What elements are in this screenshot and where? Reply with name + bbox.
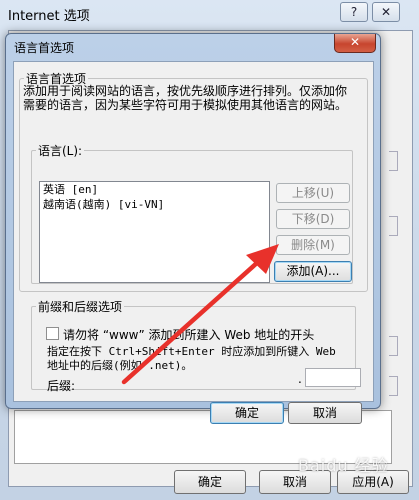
delete-button[interactable]: 删除(M) [276, 235, 350, 255]
language-list-label: 语言(L): [38, 144, 83, 158]
internet-options-ok-button[interactable]: 确定 [174, 470, 246, 494]
move-up-button[interactable]: 上移(U) [276, 183, 350, 203]
language-preference-dialog: 语言首选项 ✕ 语言首选项 添加用于阅读网站的语言，按优先级顺序进行排列。仅添加… [5, 33, 381, 424]
no-www-checkbox[interactable] [46, 327, 59, 340]
list-item[interactable]: 英语 [en] [40, 182, 269, 197]
suffix-dot: . [298, 372, 302, 386]
watermark: Baidu 经验 [298, 456, 389, 475]
language-listbox[interactable]: 英语 [en] 越南语(越南) [vi-VN] [39, 181, 270, 283]
internet-options-title: Internet 选项 [8, 9, 90, 24]
suffix-input[interactable] [305, 368, 361, 387]
suffix-label: 后缀: [47, 379, 76, 393]
no-www-checkbox-label: 请勿将 “www” 添加到所建入 Web 地址的开头 [63, 328, 315, 342]
prefix-suffix-legend: 前缀和后缀选项 [38, 300, 123, 314]
obscured-control [389, 216, 398, 236]
dialog-cancel-button[interactable]: 取消 [288, 402, 362, 424]
obscured-control [389, 336, 398, 356]
dialog-title: 语言首选项 [14, 41, 75, 55]
list-item[interactable]: 越南语(越南) [vi-VN] [40, 197, 269, 212]
help-button[interactable]: ? [340, 2, 368, 22]
window-close-button[interactable]: ✕ [372, 2, 400, 22]
dialog-ok-button[interactable]: 确定 [210, 402, 284, 424]
dialog-close-button[interactable]: ✕ [334, 34, 376, 53]
suffix-hint: 指定在按下 Ctrl+Shift+Enter 时应添加到所键入 Web 地址中的… [47, 345, 336, 372]
obscured-control [389, 376, 398, 396]
no-www-checkbox-row[interactable]: 请勿将 “www” 添加到所建入 Web 地址的开头 [46, 326, 314, 343]
add-language-button[interactable]: 添加(A)... [274, 261, 352, 282]
move-down-button[interactable]: 下移(D) [276, 209, 350, 229]
dialog-client-area: 语言首选项 添加用于阅读网站的语言，按优先级顺序进行排列。仅添加你需要的语言，因… [13, 61, 374, 424]
obscured-control [389, 151, 398, 171]
language-description: 添加用于阅读网站的语言，按优先级顺序进行排列。仅添加你需要的语言，因为某些字符可… [23, 84, 348, 112]
